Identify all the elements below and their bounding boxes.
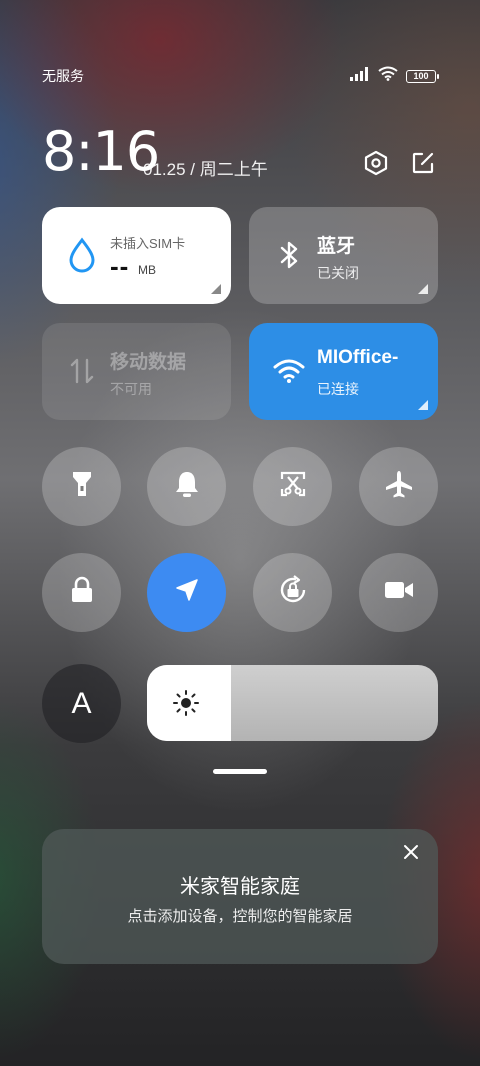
bluetooth-tile[interactable]: 蓝牙 已关闭 (249, 207, 438, 304)
mobile-data-tile[interactable]: 移动数据 不可用 (42, 323, 231, 420)
battery-icon: 100 (406, 69, 439, 83)
wifi-icon (271, 353, 307, 389)
status-bar: 无服务 100 (42, 66, 439, 86)
mobile-data-status: 不可用 (110, 381, 152, 397)
sim-status-label: 未插入SIM卡 (110, 236, 186, 251)
wifi-icon (378, 66, 398, 86)
signal-icon (350, 66, 370, 86)
carrier-label: 无服务 (42, 68, 84, 84)
expand-corner-icon (418, 284, 428, 294)
lock-icon (70, 576, 94, 609)
close-icon[interactable] (400, 841, 422, 863)
airplane-toggle[interactable] (359, 447, 438, 526)
lock-screen-toggle[interactable] (42, 553, 121, 632)
sound-toggle[interactable] (147, 447, 226, 526)
header: 8:16 01.25 / 周二上午 (42, 122, 438, 182)
airplane-icon (384, 469, 414, 504)
wifi-status: 已连接 (317, 381, 359, 397)
rotation-lock-toggle[interactable] (253, 553, 332, 632)
brightness-slider[interactable] (147, 665, 438, 741)
wifi-network-name: MIOffice- (317, 347, 399, 368)
screen-record-toggle[interactable] (359, 553, 438, 632)
smart-home-subtitle: 点击添加设备，控制您的智能家居 (127, 908, 353, 925)
bell-icon (174, 470, 200, 503)
auto-brightness-toggle[interactable]: A (42, 664, 121, 743)
mobile-data-title: 移动数据 (110, 352, 187, 373)
bluetooth-status: 已关闭 (317, 265, 359, 281)
drag-handle[interactable] (213, 769, 267, 774)
wifi-tile[interactable]: MIOffice- 已连接 (249, 323, 438, 420)
data-usage-value: -- (110, 251, 130, 281)
clock-time: 8:16 (42, 120, 160, 183)
settings-icon[interactable] (363, 150, 389, 176)
water-drop-icon (64, 237, 100, 273)
flashlight-icon (71, 469, 93, 504)
sun-icon (172, 689, 200, 717)
expand-corner-icon (418, 400, 428, 410)
date-label: 01.25 / 周二上午 (143, 160, 268, 179)
bluetooth-icon (271, 237, 307, 273)
edit-icon[interactable] (410, 150, 436, 176)
rotation-lock-icon (277, 574, 309, 611)
smart-home-title: 米家智能家庭 (180, 876, 300, 898)
location-toggle[interactable] (147, 553, 226, 632)
video-camera-icon (384, 579, 414, 606)
data-usage-unit: MB (138, 263, 156, 277)
scissors-icon (279, 470, 307, 503)
expand-corner-icon (211, 284, 221, 294)
letter-a-icon: A (71, 686, 92, 720)
location-arrow-icon (174, 577, 200, 608)
data-arrows-icon (64, 353, 100, 389)
status-icons: 100 (350, 66, 439, 86)
bluetooth-title: 蓝牙 (317, 236, 356, 257)
smart-home-card[interactable]: 米家智能家庭 点击添加设备，控制您的智能家居 (42, 829, 438, 964)
flashlight-toggle[interactable] (42, 447, 121, 526)
screenshot-toggle[interactable] (253, 447, 332, 526)
data-usage-tile[interactable]: 未插入SIM卡 -- MB (42, 207, 231, 304)
